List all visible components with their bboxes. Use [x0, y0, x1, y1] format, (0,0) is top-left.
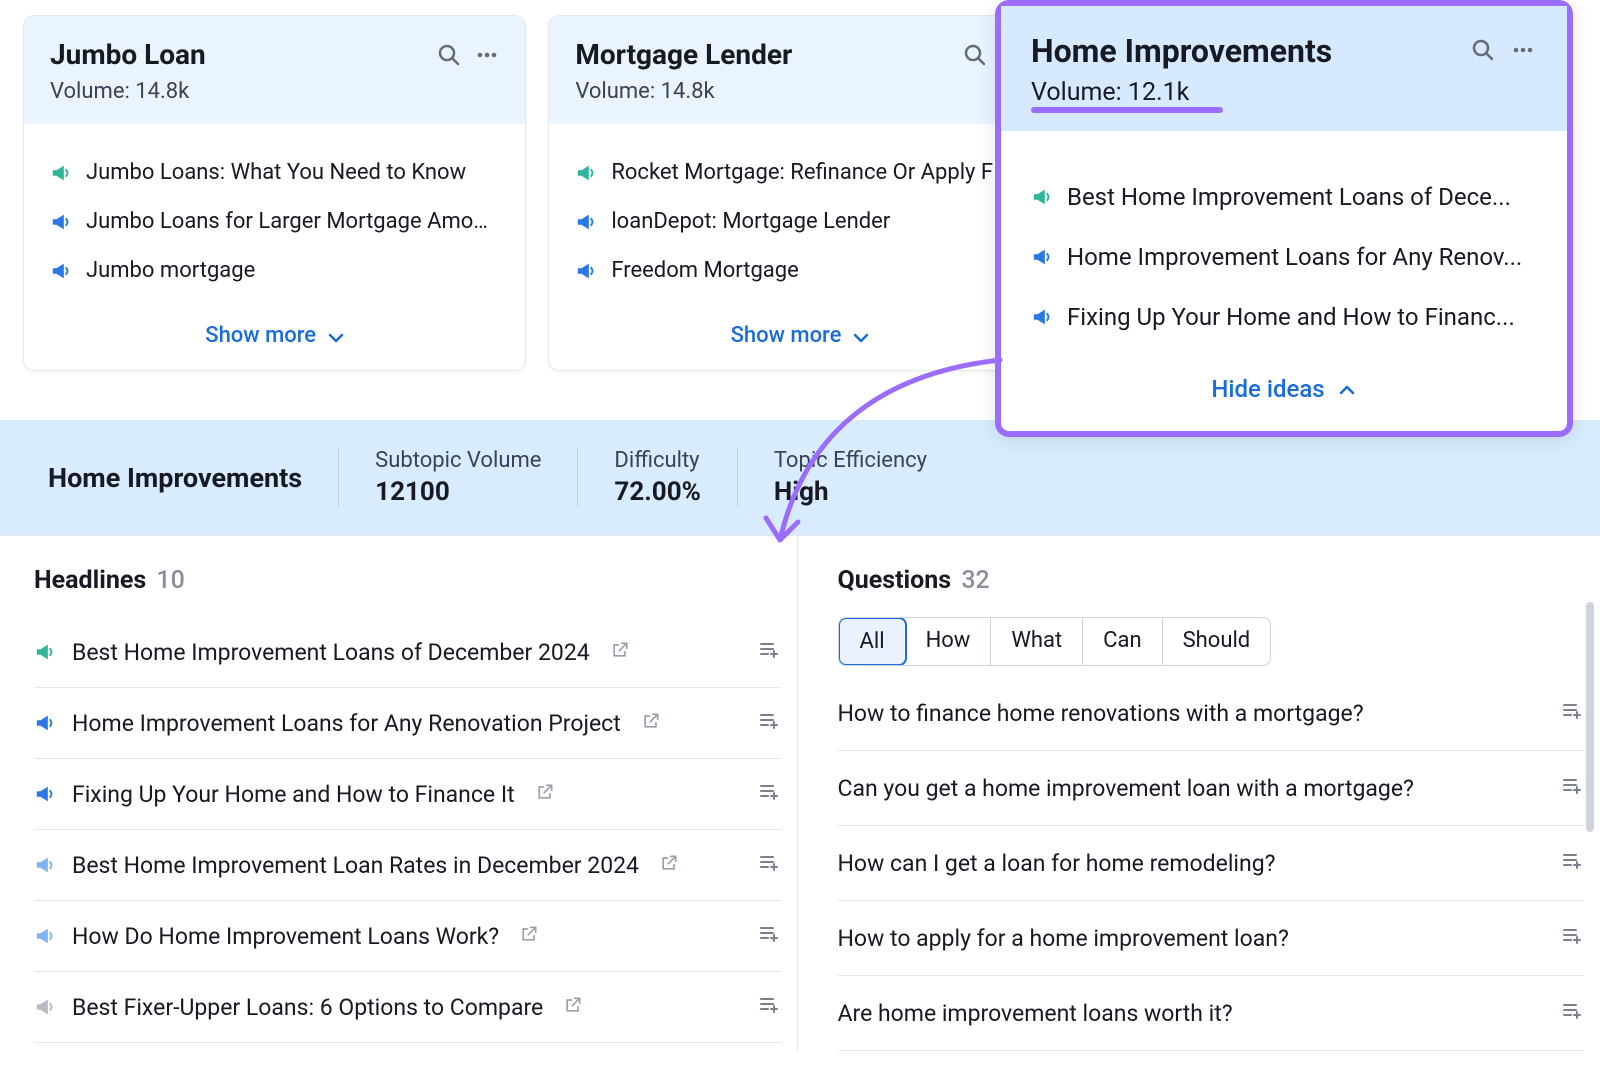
idea-row[interactable]: Rocket Mortgage: Refinance Or Apply F — [575, 148, 1024, 197]
idea-row[interactable]: Best Home Improvement Loans of Dece... — [1031, 167, 1537, 227]
questions-column: Questions 32 AllHowWhatCanShould How to … — [797, 536, 1600, 1051]
chevron-down-icon — [849, 326, 869, 346]
details-topic-title: Home Improvements — [48, 462, 302, 494]
metric-label: Subtopic Volume — [375, 448, 541, 473]
external-link-icon[interactable] — [519, 923, 539, 950]
metric-value: High — [774, 477, 927, 507]
headline-row[interactable]: How Do Home Improvement Loans Work? — [34, 901, 781, 972]
add-to-list-icon[interactable] — [757, 992, 781, 1022]
idea-row[interactable]: Jumbo Loans for Larger Mortgage Amou... — [50, 197, 499, 246]
question-row[interactable]: How can I get a loan for home remodeling… — [838, 826, 1585, 901]
card-title: Mortgage Lender — [575, 38, 792, 71]
headline-row[interactable]: Best Home Improvement Loan Rates in Dece… — [34, 830, 781, 901]
headlines-title: Headlines — [34, 566, 146, 595]
show-more-link[interactable]: Show more — [24, 307, 525, 370]
megaphone-icon — [50, 210, 74, 234]
external-link-icon[interactable] — [610, 639, 630, 666]
external-link-icon[interactable] — [659, 852, 679, 879]
card-title: Home Improvements — [1031, 32, 1332, 70]
idea-row[interactable]: Jumbo Loans: What You Need to Know — [50, 148, 499, 197]
more-icon[interactable] — [475, 43, 499, 67]
idea-row[interactable]: Fixing Up Your Home and How to Financ... — [1031, 287, 1537, 347]
question-row[interactable]: How to apply for a home improvement loan… — [838, 901, 1585, 976]
metric-value: 12100 — [375, 477, 541, 507]
add-to-list-icon[interactable] — [1560, 698, 1584, 728]
add-to-list-icon[interactable] — [1560, 998, 1584, 1028]
questions-count: 32 — [961, 566, 989, 595]
megaphone-icon — [1031, 305, 1055, 329]
external-link-icon[interactable] — [535, 781, 555, 808]
filter-pill-should[interactable]: Should — [1163, 618, 1271, 665]
headline-row[interactable]: Fixing Up Your Home and How to Finance I… — [34, 759, 781, 830]
scrollbar[interactable] — [1586, 602, 1594, 832]
filter-pill-can[interactable]: Can — [1083, 618, 1162, 665]
filter-pill-what[interactable]: What — [991, 618, 1083, 665]
megaphone-icon — [34, 853, 58, 877]
add-to-list-icon[interactable] — [757, 779, 781, 809]
external-link-icon[interactable] — [641, 710, 661, 737]
headline-row[interactable]: Home Improvement Loans for Any Renovatio… — [34, 688, 781, 759]
card-volume: Volume: 14.8k — [50, 79, 499, 104]
headlines-column: Headlines 10 Best Home Improvement Loans… — [0, 536, 797, 1051]
idea-row[interactable]: Home Improvement Loans for Any Renov... — [1031, 227, 1537, 287]
more-icon[interactable] — [1511, 38, 1537, 64]
card-volume: Volume: 12.1k — [1031, 78, 1537, 107]
add-to-list-icon[interactable] — [757, 850, 781, 880]
add-to-list-icon[interactable] — [757, 921, 781, 951]
search-icon[interactable] — [1471, 38, 1497, 64]
external-link-icon[interactable] — [563, 994, 583, 1021]
idea-row[interactable]: Jumbo mortgage — [50, 246, 499, 295]
topic-card-home-improvements-highlighted: Home Improvements Volume: 12.1k Best Hom… — [995, 0, 1573, 437]
megaphone-icon — [34, 995, 58, 1019]
card-title: Jumbo Loan — [50, 38, 206, 71]
search-icon[interactable] — [963, 43, 987, 67]
megaphone-icon — [575, 161, 599, 185]
idea-row[interactable]: loanDepot: Mortgage Lender — [575, 197, 1024, 246]
questions-title: Questions — [838, 566, 952, 595]
filter-pill-how[interactable]: How — [906, 618, 992, 665]
add-to-list-icon[interactable] — [757, 637, 781, 667]
idea-row[interactable]: Freedom Mortgage — [575, 246, 1024, 295]
add-to-list-icon[interactable] — [757, 708, 781, 738]
add-to-list-icon[interactable] — [1560, 923, 1584, 953]
annotation-underline — [1031, 107, 1223, 113]
show-more-link[interactable]: Show more — [549, 307, 1050, 370]
megaphone-icon — [1031, 245, 1055, 269]
chevron-up-icon — [1335, 378, 1357, 400]
topic-card-mortgage-lender: Mortgage Lender Volume: 14.8k Rocket Mor… — [549, 16, 1050, 370]
headline-row[interactable]: Best Home Improvement Loans of December … — [34, 617, 781, 688]
headlines-count: 10 — [156, 566, 184, 595]
megaphone-icon — [34, 782, 58, 806]
chevron-down-icon — [324, 326, 344, 346]
headline-row[interactable]: Best Fixer-Upper Loans: 6 Options to Com… — [34, 972, 781, 1043]
megaphone-icon — [34, 640, 58, 664]
question-filter-tabs: AllHowWhatCanShould — [838, 617, 1272, 666]
metric-label: Difficulty — [614, 448, 700, 473]
megaphone-icon — [575, 210, 599, 234]
metric-value: 72.00% — [614, 477, 700, 507]
megaphone-icon — [50, 161, 74, 185]
filter-pill-all[interactable]: All — [838, 617, 907, 666]
add-to-list-icon[interactable] — [1560, 773, 1584, 803]
megaphone-icon — [1031, 185, 1055, 209]
search-icon[interactable] — [437, 43, 461, 67]
card-volume: Volume: 14.8k — [575, 79, 1024, 104]
question-row[interactable]: Are home improvement loans worth it? — [838, 976, 1585, 1051]
hide-ideas-link[interactable]: Hide ideas — [1001, 355, 1567, 431]
topic-details-bar: Home Improvements Subtopic Volume 12100 … — [0, 420, 1600, 535]
megaphone-icon — [34, 711, 58, 735]
question-row[interactable]: Can you get a home improvement loan with… — [838, 751, 1585, 826]
topic-card-jumbo-loan: Jumbo Loan Volume: 14.8k Jumbo Loans: Wh… — [24, 16, 525, 370]
add-to-list-icon[interactable] — [1560, 848, 1584, 878]
megaphone-icon — [575, 259, 599, 283]
question-row[interactable]: How to finance home renovations with a m… — [838, 676, 1585, 751]
megaphone-icon — [34, 924, 58, 948]
megaphone-icon — [50, 259, 74, 283]
metric-label: Topic Efficiency — [774, 448, 927, 473]
